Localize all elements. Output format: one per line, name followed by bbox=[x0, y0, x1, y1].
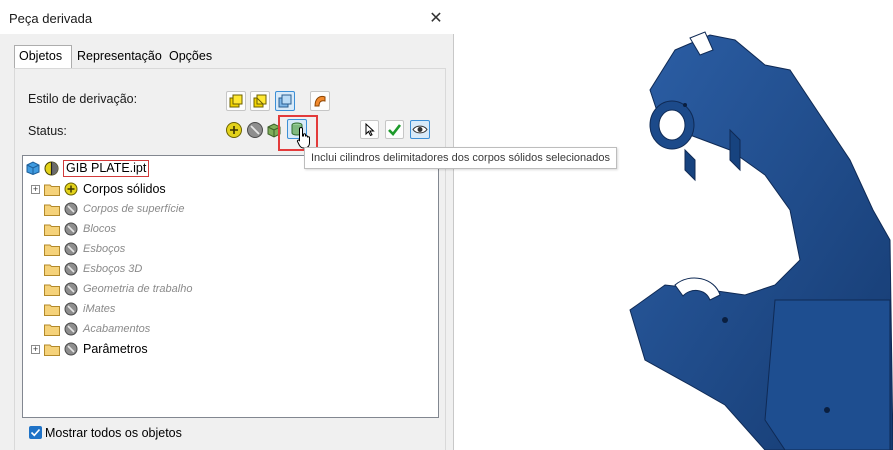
tree-item-parametros[interactable]: + Parâmetros bbox=[23, 339, 423, 359]
tree-item-label: Corpos de superfície bbox=[83, 203, 185, 215]
tree-item-label: Blocos bbox=[83, 223, 117, 235]
folder-icon bbox=[44, 344, 60, 356]
include-status-icon[interactable] bbox=[64, 182, 78, 196]
objects-tree: GIB PLATE.ipt + Corpos sólidos Corpos de… bbox=[22, 155, 439, 418]
exclude-status-icon[interactable] bbox=[64, 322, 78, 336]
folder-icon bbox=[44, 244, 60, 256]
select-cursor-icon[interactable] bbox=[360, 120, 379, 139]
derive-style-label: Estilo de derivação: bbox=[28, 92, 138, 106]
tree-item-corpos-solidos[interactable]: + Corpos sólidos bbox=[23, 179, 423, 199]
folder-icon bbox=[44, 204, 60, 216]
tree-item-label: Esboços 3D bbox=[83, 263, 143, 275]
exclude-status-icon[interactable] bbox=[64, 302, 78, 316]
checkbox-checked-icon[interactable] bbox=[29, 426, 42, 439]
tree-item-label: Geometria de trabalho bbox=[83, 283, 193, 295]
folder-icon bbox=[44, 264, 60, 276]
exclude-status-icon[interactable] bbox=[64, 222, 78, 236]
check-icon[interactable] bbox=[385, 120, 404, 139]
single-solid-merge-icon[interactable] bbox=[226, 91, 246, 111]
tree-item-esbocos[interactable]: Esboços bbox=[23, 239, 423, 259]
visibility-eye-icon[interactable] bbox=[410, 120, 430, 139]
tab-representacao[interactable]: Representação bbox=[73, 46, 166, 67]
exclude-icon[interactable] bbox=[246, 121, 264, 139]
tooltip: Inclui cilindros delimitadores dos corpo… bbox=[304, 147, 617, 169]
root-part-name: GIB PLATE.ipt bbox=[63, 160, 150, 177]
tab-opcoes[interactable]: Opções bbox=[165, 46, 216, 67]
include-icon[interactable] bbox=[225, 121, 243, 139]
tree-item-label: Acabamentos bbox=[83, 323, 151, 335]
tab-objetos[interactable]: Objetos bbox=[14, 45, 72, 68]
tree-item-label: Parâmetros bbox=[83, 342, 148, 356]
folder-icon bbox=[44, 184, 60, 196]
expand-icon[interactable]: + bbox=[31, 345, 40, 354]
dialog-titlebar: Peça derivada ✕ bbox=[0, 0, 454, 34]
exclude-status-icon[interactable] bbox=[64, 262, 78, 276]
show-all-objects-label: Mostrar todos os objetos bbox=[45, 426, 182, 440]
part-icon bbox=[26, 161, 40, 175]
dialog-title: Peça derivada bbox=[9, 11, 93, 26]
surface-body-icon[interactable] bbox=[310, 91, 330, 111]
exclude-status-icon[interactable] bbox=[64, 282, 78, 296]
exclude-status-icon[interactable] bbox=[64, 342, 78, 356]
tree-item-label: Corpos sólidos bbox=[83, 182, 166, 196]
derived-part-dialog: Peça derivada ✕ Objetos Representação Op… bbox=[0, 0, 454, 450]
tree-item-imates[interactable]: iMates bbox=[23, 299, 423, 319]
tree-item-geometria-trabalho[interactable]: Geometria de trabalho bbox=[23, 279, 423, 299]
single-solid-keep-seams-icon[interactable] bbox=[250, 91, 270, 111]
folder-icon bbox=[44, 324, 60, 336]
status-label: Status: bbox=[28, 124, 67, 138]
exclude-status-icon[interactable] bbox=[64, 242, 78, 256]
folder-icon bbox=[44, 304, 60, 316]
folder-icon bbox=[44, 224, 60, 236]
folder-icon bbox=[44, 284, 60, 296]
multiple-solids-icon[interactable] bbox=[275, 91, 295, 111]
tree-item-corpos-superficie[interactable]: Corpos de superfície bbox=[23, 199, 423, 219]
tree-item-blocos[interactable]: Blocos bbox=[23, 219, 423, 239]
tree-item-acabamentos[interactable]: Acabamentos bbox=[23, 319, 423, 339]
mixed-status-icon[interactable] bbox=[44, 161, 59, 176]
tree-item-label: Esboços bbox=[83, 243, 126, 255]
expand-icon[interactable]: + bbox=[31, 185, 40, 194]
tree-item-label: iMates bbox=[83, 303, 116, 315]
tree-item-esbocos-3d[interactable]: Esboços 3D bbox=[23, 259, 423, 279]
close-icon[interactable]: ✕ bbox=[422, 7, 450, 31]
exclude-status-icon[interactable] bbox=[64, 202, 78, 216]
part-3d-model-image bbox=[629, 31, 893, 450]
